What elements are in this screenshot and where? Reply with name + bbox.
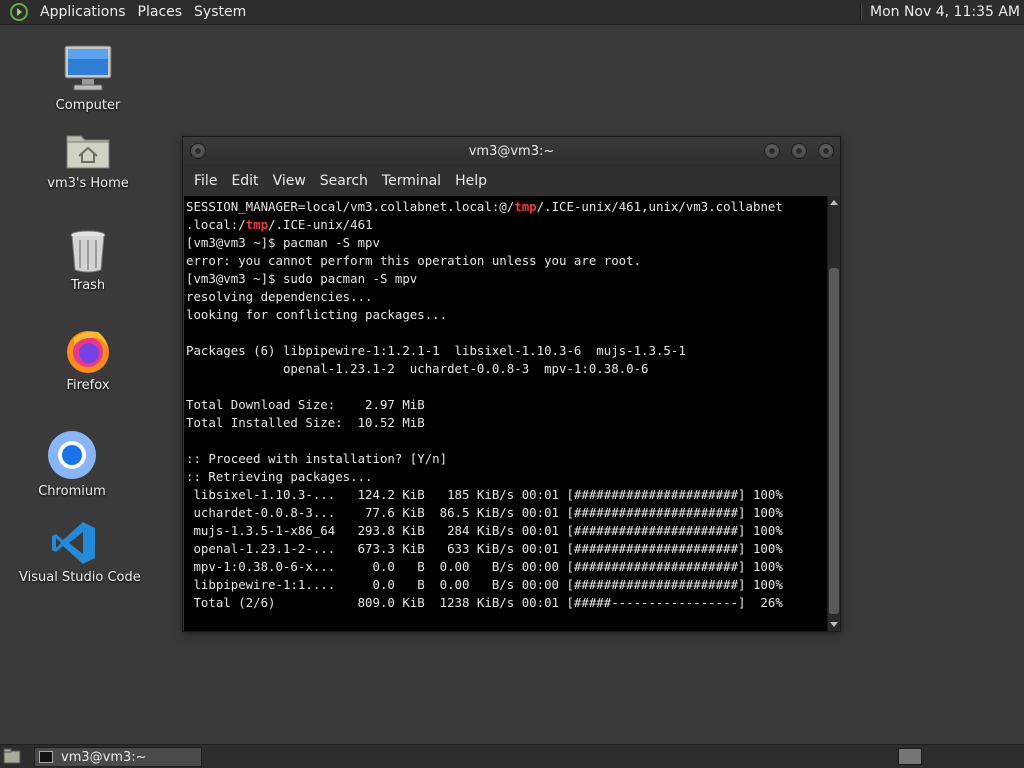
menu-applications[interactable]: Applications: [34, 4, 132, 20]
window-title: vm3@vm3:~: [468, 144, 555, 159]
terminal-window[interactable]: vm3@vm3:~ File Edit View Search Terminal…: [182, 136, 841, 632]
terminal-line: looking for conflicting packages...: [186, 307, 448, 322]
home-folder-icon: [66, 135, 110, 169]
trash-icon: [70, 230, 106, 273]
desktop-icon-computer[interactable]: Computer: [33, 44, 143, 113]
vscode-icon: [52, 522, 95, 564]
terminal-line: uchardet-0.0.8-3... 77.6 KiB 86.5 KiB/s …: [186, 505, 783, 520]
terminal-text: SESSION_MANAGER=local/vm3.collabnet.loca…: [184, 196, 827, 612]
terminal-output[interactable]: SESSION_MANAGER=local/vm3.collabnet.loca…: [184, 196, 827, 631]
terminal-line: libsixel-1.10.3-... 124.2 KiB 185 KiB/s …: [186, 487, 783, 502]
desktop-label-vscode: Visual Studio Code: [19, 570, 141, 585]
scroll-down-arrow-icon[interactable]: [830, 622, 838, 627]
terminal-line: openal-1.23.1-2 uchardet-0.0.8-3 mpv-1:0…: [186, 361, 649, 376]
maximize-button[interactable]: [791, 143, 807, 159]
menu-places[interactable]: Places: [132, 4, 189, 20]
terminal-line: Packages (6) libpipewire-1:1.2.1-1 libsi…: [186, 343, 686, 358]
terminal-line: Total Installed Size: 10.52 MiB: [186, 415, 425, 430]
terminal-line: error: you cannot perform this operation…: [186, 253, 642, 268]
terminal-line: libpipewire-1:1.... 0.0 B 0.00 B/s 00:00…: [186, 577, 783, 592]
terminal-line: SESSION_MANAGER=local/vm3.collabnet.loca…: [186, 199, 783, 214]
terminal-line: Total Download Size: 2.97 MiB: [186, 397, 425, 412]
firefox-icon: [67, 331, 109, 373]
desktop-label-chromium: Chromium: [38, 484, 106, 499]
show-desktop-icon[interactable]: [3, 748, 21, 765]
desktop-icon-firefox[interactable]: Firefox: [33, 326, 143, 393]
terminal-menubar: File Edit View Search Terminal Help: [183, 167, 840, 195]
taskbar-window-label: vm3@vm3:~: [61, 749, 147, 765]
menu-system[interactable]: System: [188, 4, 252, 20]
window-titlebar[interactable]: vm3@vm3:~: [183, 137, 840, 167]
terminal-line: resolving dependencies...: [186, 289, 373, 304]
top-panel: Applications Places System Mon Nov 4, 11…: [0, 0, 1024, 25]
desktop-label-computer: Computer: [55, 98, 121, 113]
clock[interactable]: Mon Nov 4, 11:35 AM: [870, 4, 1020, 20]
desktop-label-home: vm3's Home: [47, 176, 129, 191]
menu-edit[interactable]: Edit: [224, 173, 265, 189]
menu-file[interactable]: File: [187, 173, 224, 189]
terminal-line: :: Proceed with installation? [Y/n]: [186, 451, 448, 466]
taskbar-window-button[interactable]: vm3@vm3:~: [34, 747, 202, 767]
applications-logo-icon[interactable]: [9, 2, 29, 22]
workspace-switcher[interactable]: [898, 748, 922, 765]
scroll-up-arrow-icon[interactable]: [830, 200, 838, 205]
terminal-scrollbar[interactable]: [827, 196, 840, 631]
terminal-icon: [39, 751, 53, 763]
terminal-line: .local:/tmp/.ICE-unix/461: [186, 217, 373, 232]
terminal-line: [vm3@vm3 ~]$ pacman -S mpv: [186, 235, 380, 250]
desktop-icon-home[interactable]: vm3's Home: [33, 128, 143, 191]
scrollbar-thumb[interactable]: [829, 268, 839, 614]
desktop-label-trash: Trash: [70, 278, 106, 293]
panel-separator: [859, 3, 862, 21]
desktop-icon-chromium[interactable]: Chromium: [17, 430, 127, 499]
menu-search[interactable]: Search: [313, 173, 375, 189]
chromium-icon: [48, 431, 96, 479]
terminal-line: Total (2/6) 809.0 KiB 1238 KiB/s 00:01 […: [186, 595, 783, 610]
menu-terminal[interactable]: Terminal: [375, 173, 448, 189]
close-button[interactable]: [818, 143, 834, 159]
desktop-icon-trash[interactable]: Trash: [33, 228, 143, 293]
terminal-line: openal-1.23.1-2-... 673.3 KiB 633 KiB/s …: [186, 541, 783, 556]
menu-view[interactable]: View: [266, 173, 313, 189]
desktop-label-firefox: Firefox: [66, 378, 110, 393]
terminal-line: [vm3@vm3 ~]$ sudo pacman -S mpv: [186, 271, 418, 286]
computer-icon: [64, 45, 112, 91]
desktop-icon-vscode[interactable]: Visual Studio Code: [19, 520, 141, 585]
terminal-line: :: Retrieving packages...: [186, 469, 373, 484]
terminal-line: mpv-1:0.38.0-6-x... 0.0 B 0.00 B/s 00:00…: [186, 559, 783, 574]
bottom-panel: vm3@vm3:~: [0, 744, 1024, 768]
menu-help[interactable]: Help: [448, 173, 494, 189]
minimize-button[interactable]: [764, 143, 780, 159]
terminal-line: mujs-1.3.5-1-x86_64 293.8 KiB 284 KiB/s …: [186, 523, 783, 538]
